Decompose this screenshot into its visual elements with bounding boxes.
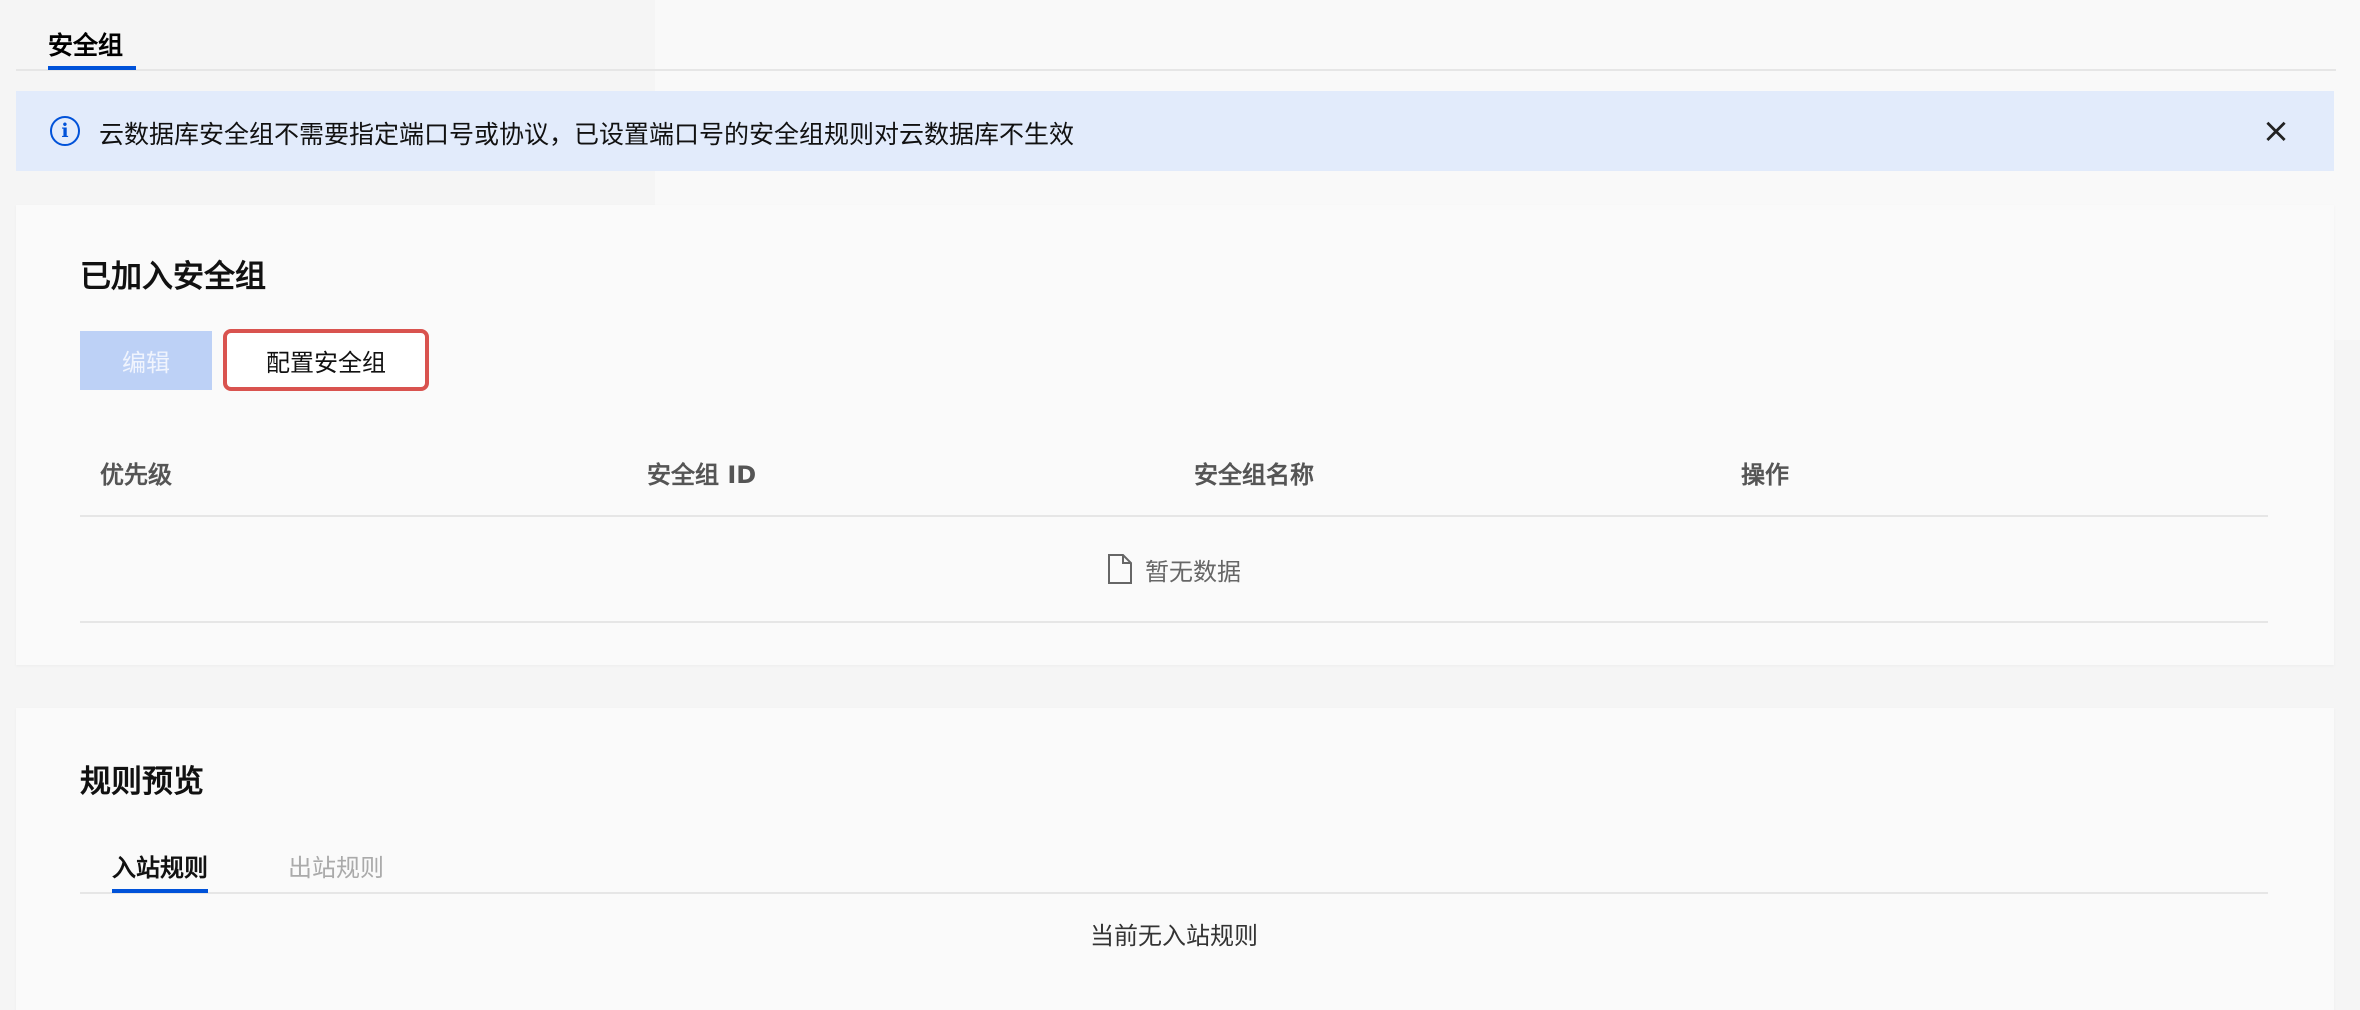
close-icon[interactable]: ×: [2256, 111, 2296, 151]
column-header-security-group-id: 安全组 ID: [647, 461, 757, 489]
rules-preview-card: 规则预览 入站规则 出站规则 当前无入站规则: [16, 708, 2334, 1010]
column-header-security-group-name: 安全组名称: [1194, 461, 1314, 489]
file-icon: [1108, 554, 1132, 584]
tab-security-group[interactable]: 安全组: [48, 26, 123, 62]
empty-text: 暂无数据: [1145, 557, 1241, 586]
banner-text: 云数据库安全组不需要指定端口号或协议，已设置端口号的安全组规则对云数据库不生效: [99, 120, 1075, 149]
joined-section-title: 已加入安全组: [80, 259, 266, 295]
configure-security-group-button[interactable]: 配置安全组: [223, 329, 429, 391]
top-tab-bar: 安全组: [16, 0, 2336, 71]
rules-tab-bar: 入站规则 出站规则: [80, 838, 2268, 894]
edit-button[interactable]: 编辑: [80, 331, 212, 390]
info-icon: i: [50, 116, 80, 146]
rules-tab-active-indicator: [112, 889, 208, 893]
security-group-page: 安全组 i 云数据库安全组不需要指定端口号或协议，已设置端口号的安全组规则对云数…: [0, 0, 2360, 1010]
tab-inbound-rules[interactable]: 入站规则: [112, 848, 208, 883]
info-banner: i 云数据库安全组不需要指定端口号或协议，已设置端口号的安全组规则对云数据库不生…: [16, 91, 2334, 171]
column-header-priority: 优先级: [100, 461, 172, 489]
tab-active-indicator: [48, 66, 136, 70]
rules-section-title: 规则预览: [80, 764, 204, 800]
column-header-actions: 操作: [1741, 461, 1789, 489]
rules-empty-text: 当前无入站规则: [1090, 922, 1258, 950]
tab-outbound-rules[interactable]: 出站规则: [288, 848, 384, 883]
joined-security-groups-card: 已加入安全组 编辑 配置安全组 优先级 安全组 ID 安全组名称 操作 暂无数据: [16, 205, 2334, 665]
table-header: 优先级 安全组 ID 安全组名称 操作: [80, 425, 2268, 517]
table-empty-state: 暂无数据: [80, 517, 2268, 623]
